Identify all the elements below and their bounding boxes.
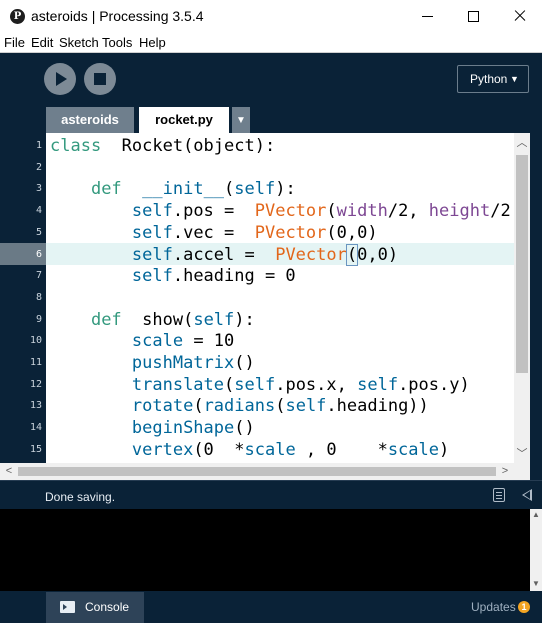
scroll-right-arrow-icon[interactable]: > <box>498 463 512 480</box>
code-text: self.vec = PVector(0,0) <box>131 222 378 243</box>
editor-right-margin <box>530 133 542 480</box>
mode-select[interactable]: Python ▼ <box>457 65 529 93</box>
console-output[interactable] <box>0 509 530 591</box>
tab-rocket-py[interactable]: rocket.py <box>139 107 229 133</box>
collapse-console-icon[interactable] <box>522 489 532 501</box>
line-number: 9 <box>35 313 42 325</box>
console-tab-label: Console <box>85 600 130 614</box>
updates-link[interactable]: Updates <box>471 600 516 614</box>
code-line[interactable]: 2 <box>0 157 514 179</box>
code-text: self.pos = PVector(width/2, height/2 <box>131 201 511 222</box>
status-message: Done saving. <box>45 490 116 504</box>
chevron-down-icon: ▼ <box>510 74 519 84</box>
code-line[interactable]: 1 class Rocket(object): <box>0 135 514 157</box>
code-line[interactable]: 4 self.pos = PVector(width/2, height/2 <box>0 200 514 222</box>
maximize-icon[interactable] <box>451 0 497 33</box>
line-number: 11 <box>29 357 42 368</box>
code-text: class Rocket(object): <box>50 136 276 156</box>
horizontal-scroll-thumb[interactable] <box>18 467 496 476</box>
code-area[interactable]: 1 class Rocket(object): 2 3 def __init__(se… <box>0 133 514 463</box>
menu-sketch[interactable]: Sketch <box>59 35 99 50</box>
code-line[interactable]: 5 self.vec = PVector(0,0) <box>0 222 514 244</box>
stop-icon[interactable] <box>84 63 116 95</box>
code-line[interactable]: 3 def __init__(self): <box>0 178 514 200</box>
menu-tools[interactable]: Tools <box>102 35 132 50</box>
line-number: 14 <box>29 422 42 434</box>
line-number: 13 <box>29 400 42 412</box>
play-icon[interactable] <box>44 63 76 95</box>
code-line[interactable]: 13 rotate(radians(self.heading)) <box>0 395 514 417</box>
code-text: pushMatrix() <box>131 353 255 373</box>
code-line[interactable]: 7 self.heading = 0 <box>0 265 514 287</box>
line-number: 10 <box>29 335 42 347</box>
scroll-left-arrow-icon[interactable]: < <box>2 463 16 480</box>
tab-asteroids[interactable]: asteroids <box>46 107 134 133</box>
line-number: 7 <box>35 270 42 282</box>
scroll-up-arrow-icon[interactable]: ︿ <box>514 136 530 150</box>
console-tab[interactable]: Console <box>46 592 144 623</box>
menu-file[interactable]: File <box>4 35 25 50</box>
code-text: def show(self): <box>90 309 255 330</box>
close-icon[interactable] <box>497 0 542 33</box>
console-icon <box>60 601 75 613</box>
line-number: 15 <box>29 443 42 455</box>
scroll-down-arrow-icon[interactable]: ﹀ <box>514 447 530 461</box>
vertical-scroll-thumb[interactable] <box>516 155 528 373</box>
processing-p-icon: P <box>10 9 25 24</box>
code-text: vertex(0 *scale , 0 *scale) <box>131 439 450 460</box>
line-number: 1 <box>35 140 42 151</box>
mode-label: Python <box>470 72 508 86</box>
window-title: asteroids | Processing 3.5.4 <box>31 8 204 24</box>
code-text: def __init__(self): <box>90 179 296 200</box>
toolbar: Python ▼ <box>0 53 542 105</box>
line-number: 3 <box>35 183 42 195</box>
code-line[interactable]: 10 scale = 10 <box>0 330 514 352</box>
code-line[interactable]: 12 translate(self.pos.x, self.pos.y) <box>0 374 514 396</box>
line-number: 4 <box>35 205 42 217</box>
code-line[interactable]: 15 vertex(0 *scale , 0 *scale) <box>0 439 514 461</box>
code-line[interactable]: 11 pushMatrix() <box>0 352 514 374</box>
tab-menu-arrow-icon[interactable]: ▼ <box>232 107 250 133</box>
console-scroll-up-icon[interactable]: ▲ <box>530 509 542 521</box>
code-line[interactable]: 6 self.accel = PVector(0,0) <box>0 243 514 266</box>
line-number: 8 <box>35 291 42 303</box>
footer-bar: Console Updates 1 <box>0 591 542 623</box>
line-number: 6 <box>35 248 42 260</box>
code-text: scale = 10 <box>131 331 235 352</box>
line-number: 2 <box>35 161 42 173</box>
code-text: rotate(radians(self.heading)) <box>131 396 429 417</box>
console-toggle-icon[interactable] <box>493 488 505 502</box>
code-line[interactable]: 14 beginShape() <box>0 417 514 439</box>
code-text: translate(self.pos.x, self.pos.y) <box>131 374 470 395</box>
minimize-icon[interactable] <box>405 0 451 33</box>
line-number: 12 <box>29 378 42 390</box>
status-bar: Done saving. <box>0 480 542 509</box>
scroll-corner <box>514 463 530 480</box>
line-number: 5 <box>35 226 42 238</box>
code-line[interactable]: 9 def show(self): <box>0 309 514 331</box>
menu-edit[interactable]: Edit <box>31 35 53 50</box>
console-scroll-down-icon[interactable]: ▼ <box>530 578 542 590</box>
menu-help[interactable]: Help <box>139 35 166 50</box>
code-line[interactable]: 8 <box>0 287 514 309</box>
code-text: self.accel = PVector(0,0) <box>131 243 399 266</box>
tab-bar: asteroids rocket.py ▼ <box>0 105 542 133</box>
code-text: self.heading = 0 <box>131 266 296 287</box>
updates-badge[interactable]: 1 <box>518 601 530 613</box>
code-text: beginShape() <box>131 418 255 439</box>
